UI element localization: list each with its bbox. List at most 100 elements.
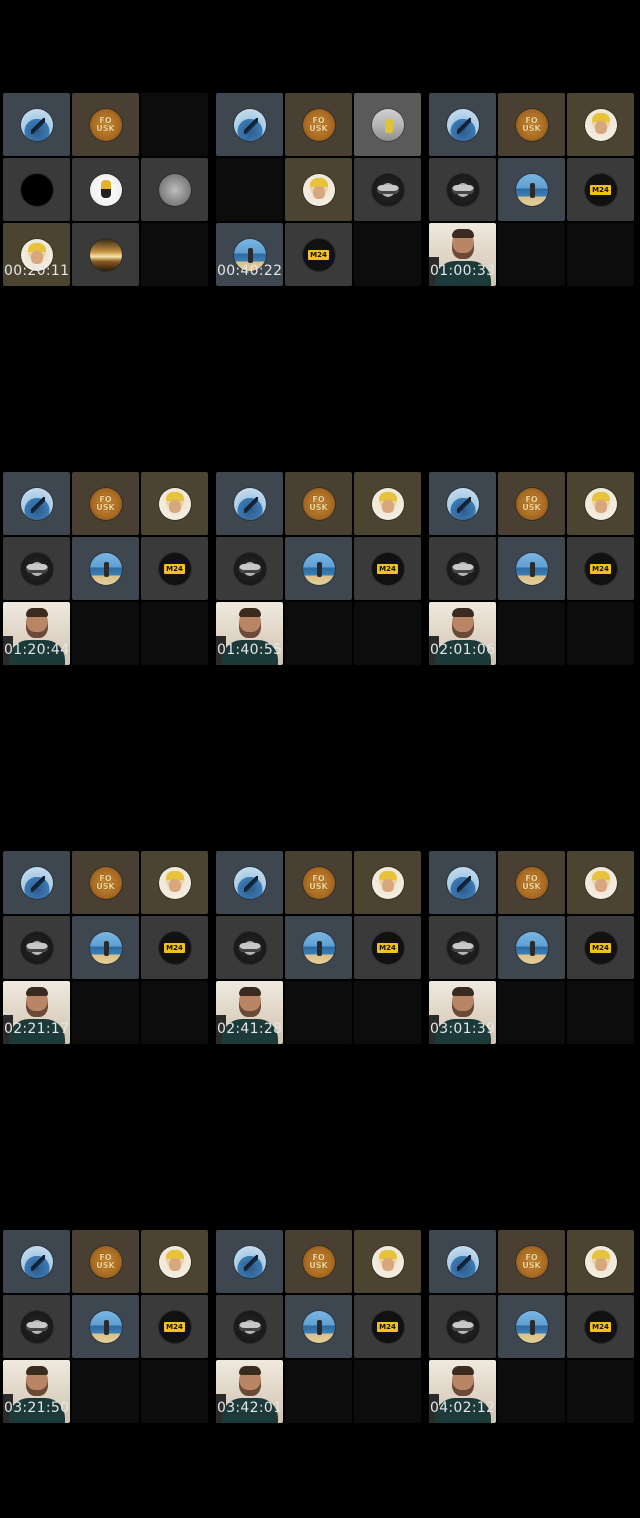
empty-tile <box>354 1360 421 1423</box>
participant-tile[interactable]: FO USK <box>498 472 565 535</box>
participant-tile[interactable]: M24 <box>567 158 634 221</box>
empty-tile <box>498 602 565 665</box>
timestamp: 01:40:55 <box>217 642 283 658</box>
participant-grid: FO USK M24 <box>429 1230 634 1423</box>
participant-tile[interactable]: FO USK <box>285 472 352 535</box>
participant-tile[interactable] <box>216 916 283 979</box>
participant-tile[interactable] <box>498 158 565 221</box>
participant-tile[interactable] <box>141 1230 208 1293</box>
participant-tile[interactable] <box>429 1295 496 1358</box>
empty-tile <box>141 1360 208 1423</box>
participant-tile[interactable] <box>216 1295 283 1358</box>
video-frame: FO USK M24 03:01:39 <box>426 758 639 1137</box>
participant-tile[interactable] <box>498 916 565 979</box>
participant-tile[interactable] <box>498 537 565 600</box>
participant-tile[interactable]: FO USK <box>72 851 139 914</box>
participant-tile[interactable] <box>429 472 496 535</box>
surfer-avatar <box>233 1245 266 1278</box>
beach-avatar <box>515 552 548 585</box>
participant-tile[interactable] <box>285 537 352 600</box>
participant-tile[interactable] <box>72 223 139 286</box>
participant-tile[interactable]: FO USK <box>498 1230 565 1293</box>
participant-tile[interactable] <box>354 1230 421 1293</box>
participant-tile[interactable] <box>72 537 139 600</box>
timestamp: 03:42:01 <box>217 1400 283 1416</box>
participant-tile[interactable]: FO USK <box>498 93 565 156</box>
participant-tile[interactable] <box>216 537 283 600</box>
participant-tile[interactable]: FO USK <box>285 93 352 156</box>
m24-text: M24 <box>377 563 398 574</box>
participant-tile[interactable]: M24 <box>354 1295 421 1358</box>
participant-tile[interactable]: FO USK <box>72 93 139 156</box>
participant-tile[interactable] <box>567 851 634 914</box>
empty-tile <box>354 981 421 1044</box>
participant-tile[interactable] <box>429 916 496 979</box>
participant-tile[interactable] <box>141 472 208 535</box>
participant-tile[interactable] <box>3 537 70 600</box>
yellow-hat-avatar <box>584 1245 617 1278</box>
participant-tile[interactable]: M24 <box>567 1295 634 1358</box>
timestamp: 00:40:22 <box>217 263 283 279</box>
participant-tile[interactable] <box>567 1230 634 1293</box>
participant-tile[interactable]: M24 <box>567 916 634 979</box>
participant-tile[interactable] <box>216 472 283 535</box>
gray-avatar <box>158 173 191 206</box>
participant-tile[interactable] <box>285 916 352 979</box>
participant-tile[interactable]: FO USK <box>72 1230 139 1293</box>
participant-tile[interactable] <box>72 1295 139 1358</box>
participant-grid: FO USK M24 <box>3 851 208 1044</box>
participant-tile[interactable] <box>216 1230 283 1293</box>
participant-tile[interactable] <box>567 472 634 535</box>
participant-tile[interactable] <box>285 1295 352 1358</box>
participant-tile[interactable] <box>285 158 352 221</box>
participant-tile[interactable] <box>3 93 70 156</box>
participant-tile[interactable] <box>567 93 634 156</box>
video-frame: FO USK M24 04:02:12 <box>426 1137 639 1516</box>
participant-tile[interactable]: M24 <box>141 916 208 979</box>
video-frame: FO USK M24 00:40:22 <box>213 0 426 379</box>
participant-tile[interactable] <box>354 93 421 156</box>
logo-text: FO USK <box>96 873 115 891</box>
participant-tile[interactable] <box>3 158 70 221</box>
hair <box>26 987 48 996</box>
participant-tile[interactable] <box>141 158 208 221</box>
participant-tile[interactable] <box>429 158 496 221</box>
participant-grid: FO USK M24 <box>429 851 634 1044</box>
participant-tile[interactable] <box>429 537 496 600</box>
participant-tile[interactable]: M24 <box>567 537 634 600</box>
surfer-avatar <box>20 866 53 899</box>
participant-tile[interactable]: M24 <box>285 223 352 286</box>
participant-tile[interactable] <box>216 851 283 914</box>
video-frame: FO USK M24 02:41:28 <box>213 758 426 1137</box>
m24-text: M24 <box>590 942 611 953</box>
car-avatar <box>20 552 53 585</box>
participant-tile[interactable]: M24 <box>354 537 421 600</box>
participant-tile[interactable] <box>72 916 139 979</box>
participant-grid: FO USK M24 <box>3 472 208 665</box>
participant-tile[interactable]: M24 <box>354 916 421 979</box>
participant-tile[interactable] <box>72 158 139 221</box>
participant-tile[interactable] <box>354 158 421 221</box>
participant-tile[interactable]: FO USK <box>72 472 139 535</box>
participant-tile[interactable] <box>429 851 496 914</box>
participant-tile[interactable] <box>3 1230 70 1293</box>
video-frame: FO USK M24 01:20:44 <box>0 379 213 758</box>
participant-tile[interactable] <box>3 916 70 979</box>
participant-tile[interactable] <box>429 1230 496 1293</box>
club-logo-avatar: FO USK <box>302 487 335 520</box>
participant-tile[interactable]: FO USK <box>285 851 352 914</box>
participant-tile[interactable] <box>141 851 208 914</box>
participant-tile[interactable] <box>354 472 421 535</box>
participant-tile[interactable] <box>3 472 70 535</box>
participant-tile[interactable] <box>3 851 70 914</box>
participant-tile[interactable] <box>429 93 496 156</box>
participant-tile[interactable] <box>354 851 421 914</box>
participant-tile[interactable] <box>216 93 283 156</box>
participant-tile[interactable] <box>498 1295 565 1358</box>
participant-tile[interactable]: FO USK <box>498 851 565 914</box>
participant-tile[interactable] <box>3 1295 70 1358</box>
participant-tile[interactable]: M24 <box>141 1295 208 1358</box>
contact-sheet: FO USK 00:20:11 FO USK M24 00:40:22 FO USK M24 01:… <box>0 0 640 1518</box>
participant-tile[interactable]: M24 <box>141 537 208 600</box>
participant-tile[interactable]: FO USK <box>285 1230 352 1293</box>
